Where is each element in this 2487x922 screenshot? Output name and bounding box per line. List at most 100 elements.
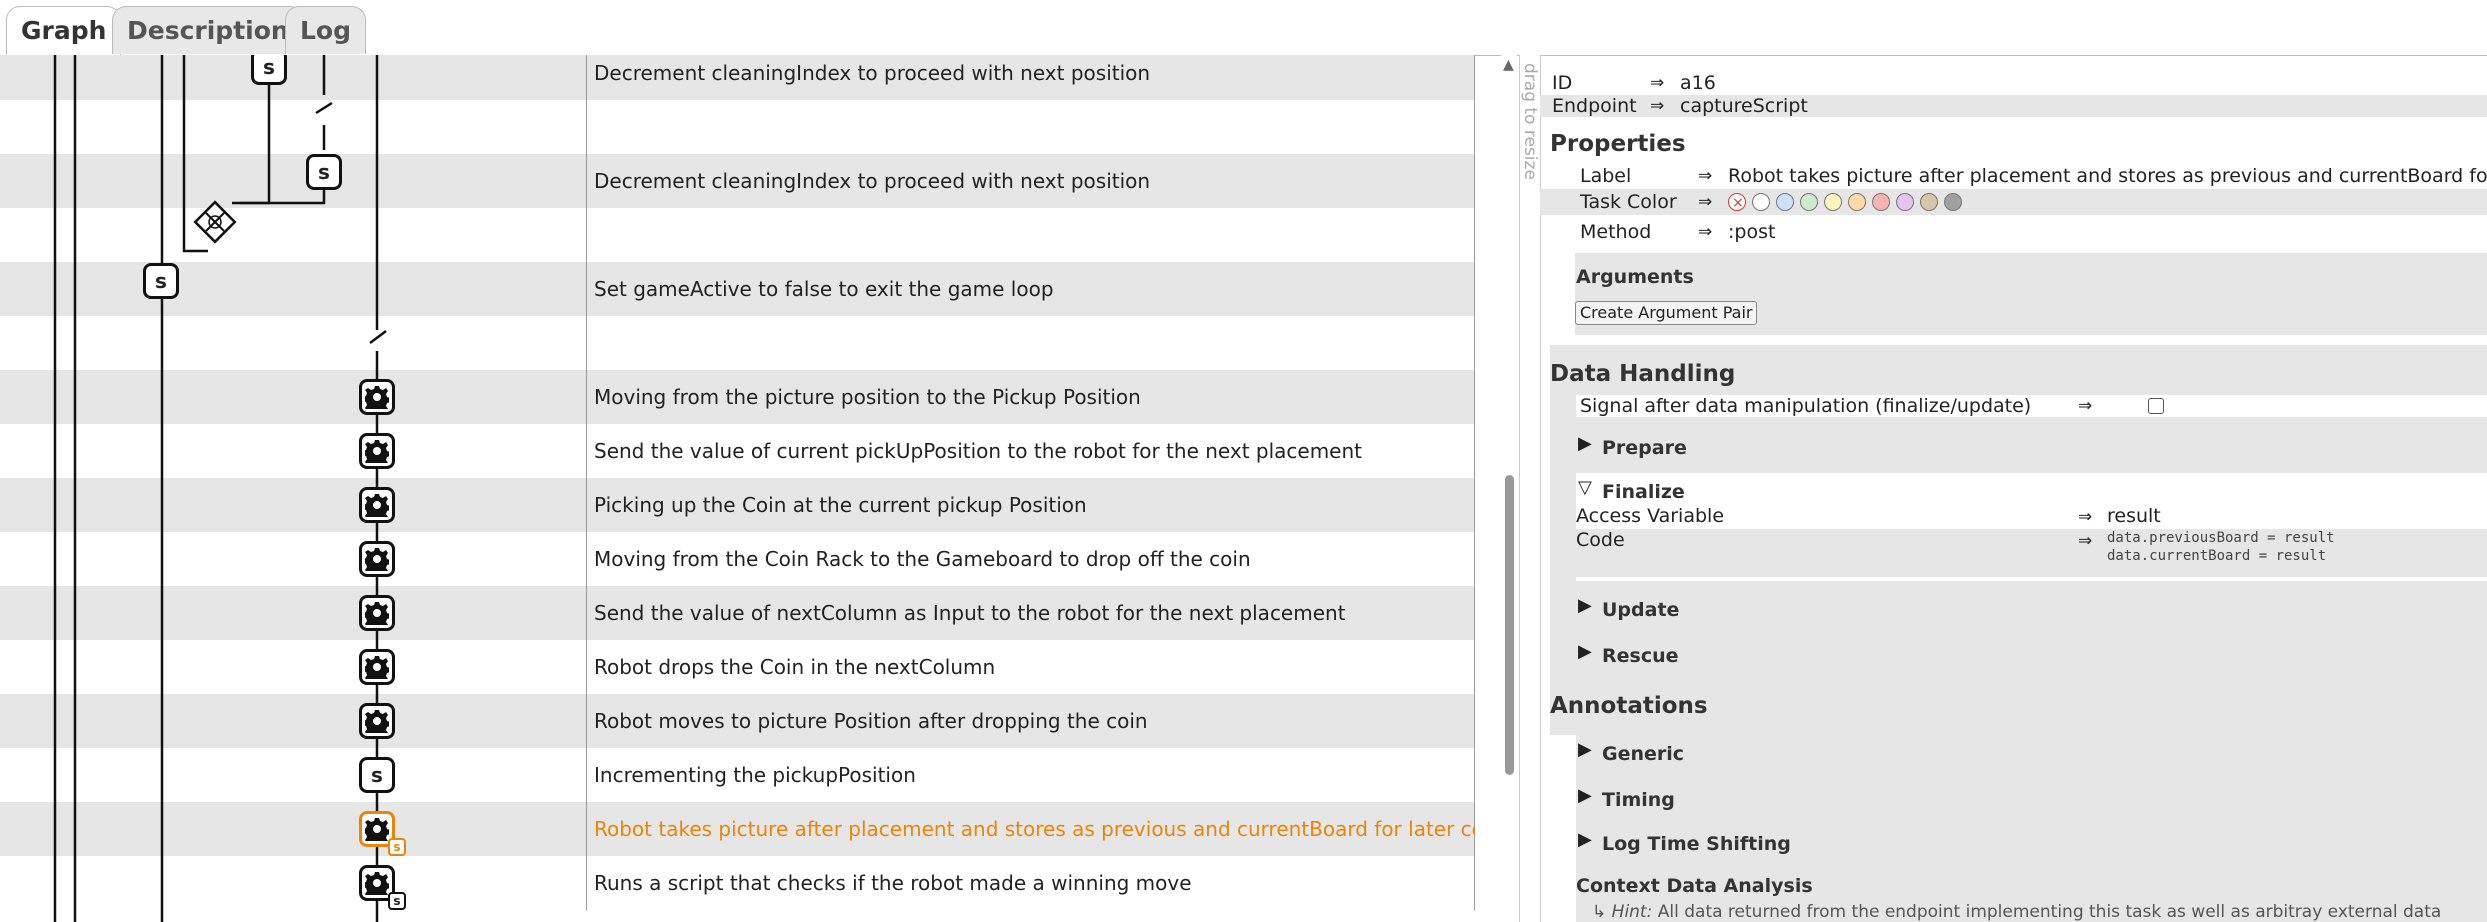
prepare-section[interactable]: ▶ Prepare — [1576, 427, 2487, 463]
task-label[interactable]: Incrementing the pickupPosition — [594, 748, 916, 802]
code-label: Code — [1576, 529, 1625, 551]
task-label[interactable]: Set gameActive to false to exit the game… — [594, 262, 1054, 316]
code-editor[interactable]: data.previousBoard = result data.currentB… — [2107, 529, 2335, 565]
service-task-node[interactable] — [359, 487, 395, 523]
color-swatch[interactable] — [1920, 193, 1938, 211]
gear-icon — [363, 656, 390, 683]
finalize-label[interactable]: Finalize — [1602, 481, 1685, 503]
create-argument-button[interactable]: Create Argument Pair — [1575, 301, 1758, 325]
hint-text: All data returned from the endpoint impl… — [1657, 902, 2442, 922]
service-task-node[interactable] — [359, 433, 395, 469]
column-divider — [1474, 640, 1475, 694]
graph-edges — [53, 55, 387, 922]
task-label[interactable]: Send the value of current pickUpPosition… — [594, 424, 1362, 478]
service-task-node[interactable]: s — [359, 811, 406, 856]
column-divider — [586, 802, 587, 856]
gear-icon — [363, 710, 390, 737]
edge — [240, 190, 326, 205]
scroll-up-icon[interactable]: ▲ — [1503, 57, 1514, 73]
service-task-node[interactable] — [359, 379, 395, 415]
task-label[interactable]: Moving from the picture position to the … — [594, 370, 1141, 424]
script-task-node[interactable]: s — [143, 263, 179, 299]
update-section[interactable]: ▶ Update — [1576, 589, 2487, 625]
color-swatch[interactable] — [1896, 193, 1914, 211]
script-task-node[interactable]: s — [359, 757, 395, 793]
column-divider — [1474, 694, 1475, 748]
rescue-section[interactable]: ▶ Rescue — [1576, 635, 2487, 671]
arrow-icon: ⇒ — [1650, 73, 1665, 93]
color-swatch[interactable] — [1752, 193, 1770, 211]
arrow-icon: ⇒ — [2078, 396, 2093, 416]
column-divider — [1474, 262, 1475, 316]
collapse-icon[interactable]: ▽ — [1578, 477, 1592, 498]
task-label[interactable]: Send the value of nextColumn as Input to… — [594, 586, 1346, 640]
endpoint-row: Endpoint ⇒ captureScript — [1540, 95, 2487, 117]
column-divider — [1474, 154, 1475, 208]
service-task-node[interactable]: s — [359, 865, 406, 910]
service-task-node[interactable] — [359, 595, 395, 631]
task-label[interactable]: Robot drops the Coin in the nextColumn — [594, 640, 995, 694]
column-divider — [1474, 208, 1475, 262]
method-value[interactable]: :post — [1728, 221, 1775, 243]
generic-section[interactable]: ▶ Generic — [1576, 733, 2487, 769]
column-divider — [586, 640, 587, 694]
finalize-section: ▽ Finalize Access Variable ⇒ result Code… — [1576, 473, 2487, 581]
column-divider — [1474, 55, 1475, 100]
task-label[interactable]: Moving from the Coin Rack to the Gameboa… — [594, 532, 1251, 586]
expand-icon: ▶ — [1578, 829, 1592, 850]
service-task-node[interactable] — [359, 541, 395, 577]
color-swatch[interactable] — [1824, 193, 1842, 211]
resize-handle-label: drag to resize — [1520, 63, 1540, 180]
color-swatch[interactable] — [1944, 193, 1962, 211]
color-swatch[interactable] — [1776, 193, 1794, 211]
task-label[interactable]: Robot moves to picture Position after dr… — [594, 694, 1148, 748]
arrow-icon: ⇒ — [1698, 166, 1713, 186]
service-task-node[interactable] — [359, 703, 395, 739]
script-task-node[interactable]: s — [251, 55, 287, 85]
generic-label: Generic — [1602, 743, 1685, 765]
endpoint-label: Endpoint — [1552, 95, 1637, 117]
column-divider — [586, 370, 587, 424]
task-label[interactable]: Picking up the Coin at the current picku… — [594, 478, 1087, 532]
access-variable-value[interactable]: result — [2107, 505, 2161, 527]
column-divider — [1474, 586, 1475, 640]
xor-gateway[interactable] — [193, 200, 237, 244]
gear-icon — [363, 548, 390, 575]
color-swatch[interactable] — [1872, 193, 1890, 211]
signal-checkbox[interactable] — [2148, 398, 2164, 414]
script-task-node[interactable]: s — [306, 154, 342, 190]
task-label[interactable]: Decrement cleaningIndex to proceed with … — [594, 154, 1150, 208]
column-divider — [1474, 370, 1475, 424]
expand-icon: ▶ — [1578, 785, 1592, 806]
expand-icon: ▶ — [1578, 433, 1592, 454]
graph-scrollbar[interactable]: ▲ — [1501, 55, 1517, 922]
log-time-shifting-section[interactable]: ▶ Log Time Shifting — [1576, 823, 2487, 859]
timing-section[interactable]: ▶ Timing — [1576, 779, 2487, 815]
task-label[interactable]: Robot takes picture after placement and … — [594, 802, 1475, 856]
loop-marker — [315, 101, 333, 115]
id-label: ID — [1552, 72, 1573, 94]
color-swatch[interactable] — [1800, 193, 1818, 211]
task-label[interactable]: Runs a script that checks if the robot m… — [594, 856, 1192, 910]
arrow-icon: ⇒ — [1698, 222, 1713, 242]
tab-graph[interactable]: Graph — [6, 6, 122, 56]
column-divider — [586, 694, 587, 748]
tab-description[interactable]: Description — [112, 6, 304, 54]
scroll-thumb[interactable] — [1505, 475, 1514, 775]
script-badge-icon: s — [388, 838, 406, 856]
endpoint-value[interactable]: captureScript — [1680, 95, 1808, 117]
context-hint: ↳ Hint: All data returned from the endpo… — [1592, 902, 2441, 922]
column-divider — [586, 262, 587, 316]
context-data-heading: Context Data Analysis — [1576, 875, 1813, 897]
no-color-swatch[interactable]: × — [1728, 193, 1746, 211]
task-label[interactable]: Decrement cleaningIndex to proceed with … — [594, 55, 1150, 100]
tab-bar: Graph Description Log — [0, 0, 2487, 56]
tab-log[interactable]: Log — [285, 6, 367, 54]
resize-handle[interactable]: drag to resize — [1519, 55, 1541, 922]
log-time-shifting-label: Log Time Shifting — [1602, 833, 1791, 855]
arrow-icon: ⇒ — [2078, 507, 2093, 527]
service-task-node[interactable] — [359, 649, 395, 685]
column-divider — [1474, 424, 1475, 478]
label-value[interactable]: Robot takes picture after placement and … — [1728, 165, 2487, 187]
color-swatch[interactable] — [1848, 193, 1866, 211]
